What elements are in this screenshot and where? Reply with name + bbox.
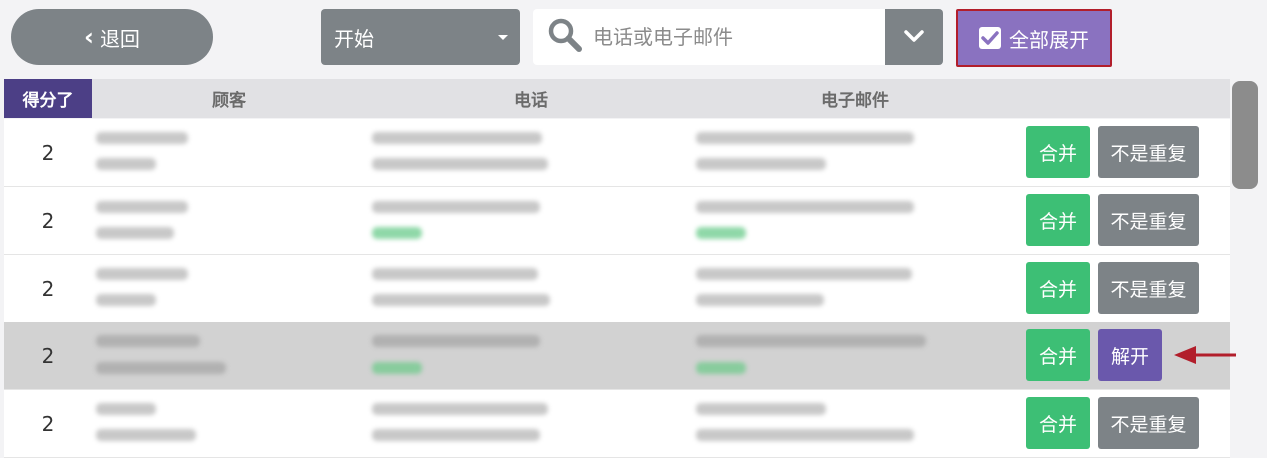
merge-button[interactable]: 合并	[1026, 329, 1090, 381]
merge-button[interactable]: 合并	[1026, 194, 1090, 246]
customer-name-redacted	[96, 362, 226, 374]
start-select[interactable]: 开始	[321, 9, 520, 65]
not-duplicate-button[interactable]: 不是重复	[1098, 262, 1199, 314]
caret-down-icon	[498, 35, 508, 40]
phone-verified-redacted	[372, 362, 422, 374]
back-button-label: 退回	[99, 26, 140, 51]
email-redacted	[696, 132, 914, 144]
email-redacted	[696, 294, 824, 306]
phone-redacted	[372, 201, 540, 213]
annotation-arrow-icon	[1174, 346, 1236, 364]
email-verified-redacted	[696, 362, 746, 374]
expand-all-label: 全部展开	[1009, 27, 1089, 52]
table-row: 2 合并 不是重复	[4, 390, 1230, 458]
header-phone[interactable]: 电话	[514, 79, 548, 118]
toolbar: ‹ 退回 开始 全部展开	[0, 0, 1267, 78]
email-redacted	[696, 268, 912, 280]
table-row-expanded: 2 合并 解开	[4, 322, 1230, 390]
scrollbar-thumb[interactable]	[1232, 81, 1258, 189]
header-score[interactable]: 得分了	[4, 79, 92, 118]
score-cell: 2	[41, 140, 55, 165]
score-cell: 2	[41, 343, 55, 368]
search-box	[533, 9, 885, 65]
not-duplicate-button[interactable]: 不是重复	[1098, 126, 1199, 178]
score-cell: 2	[41, 276, 55, 301]
table-row: 2 合并 不是重复	[4, 187, 1230, 255]
customer-name-redacted	[96, 429, 196, 441]
phone-redacted	[372, 268, 538, 280]
phone-redacted	[372, 429, 540, 441]
phone-verified-redacted	[372, 227, 422, 239]
not-duplicate-button[interactable]: 不是重复	[1098, 194, 1199, 246]
email-redacted	[696, 201, 914, 213]
not-duplicate-button[interactable]: 不是重复	[1098, 397, 1199, 449]
customer-name-redacted	[96, 335, 200, 347]
header-email[interactable]: 电子邮件	[821, 79, 889, 118]
email-redacted	[696, 158, 826, 170]
email-redacted	[696, 403, 826, 415]
chevron-down-icon	[903, 28, 925, 47]
phone-redacted	[372, 158, 548, 170]
customer-name-redacted	[96, 201, 188, 213]
customer-name-redacted	[96, 132, 188, 144]
table-header: 得分了 顾客 电话 电子邮件	[4, 79, 1230, 118]
customer-name-redacted	[96, 227, 174, 239]
email-redacted	[696, 335, 926, 347]
customer-name-redacted	[96, 158, 156, 170]
phone-redacted	[372, 132, 542, 144]
table-row: 2 合并 不是重复	[4, 255, 1230, 323]
merge-button[interactable]: 合并	[1026, 262, 1090, 314]
email-redacted	[696, 429, 914, 441]
header-customer[interactable]: 顾客	[212, 79, 246, 118]
unexpand-button[interactable]: 解开	[1098, 329, 1162, 381]
phone-redacted	[372, 335, 540, 347]
expand-all-button[interactable]: 全部展开	[956, 9, 1112, 67]
score-cell: 2	[41, 208, 55, 233]
checkbox-checked-icon[interactable]	[979, 27, 1001, 49]
score-cell: 2	[41, 411, 55, 436]
search-dropdown-button[interactable]	[885, 9, 943, 65]
back-button[interactable]: ‹ 退回	[11, 9, 213, 65]
start-select-value: 开始	[334, 26, 374, 51]
table-row: 2 合并 不是重复	[4, 119, 1230, 187]
merge-button[interactable]: 合并	[1026, 397, 1090, 449]
chevron-left-icon: ‹	[84, 23, 94, 51]
email-verified-redacted	[696, 227, 746, 239]
phone-redacted	[372, 294, 550, 306]
phone-redacted	[372, 403, 548, 415]
search-icon	[547, 17, 583, 57]
customer-name-redacted	[96, 403, 156, 415]
customer-name-redacted	[96, 294, 156, 306]
merge-button[interactable]: 合并	[1026, 126, 1090, 178]
customer-name-redacted	[96, 268, 188, 280]
search-input[interactable]	[591, 24, 865, 50]
